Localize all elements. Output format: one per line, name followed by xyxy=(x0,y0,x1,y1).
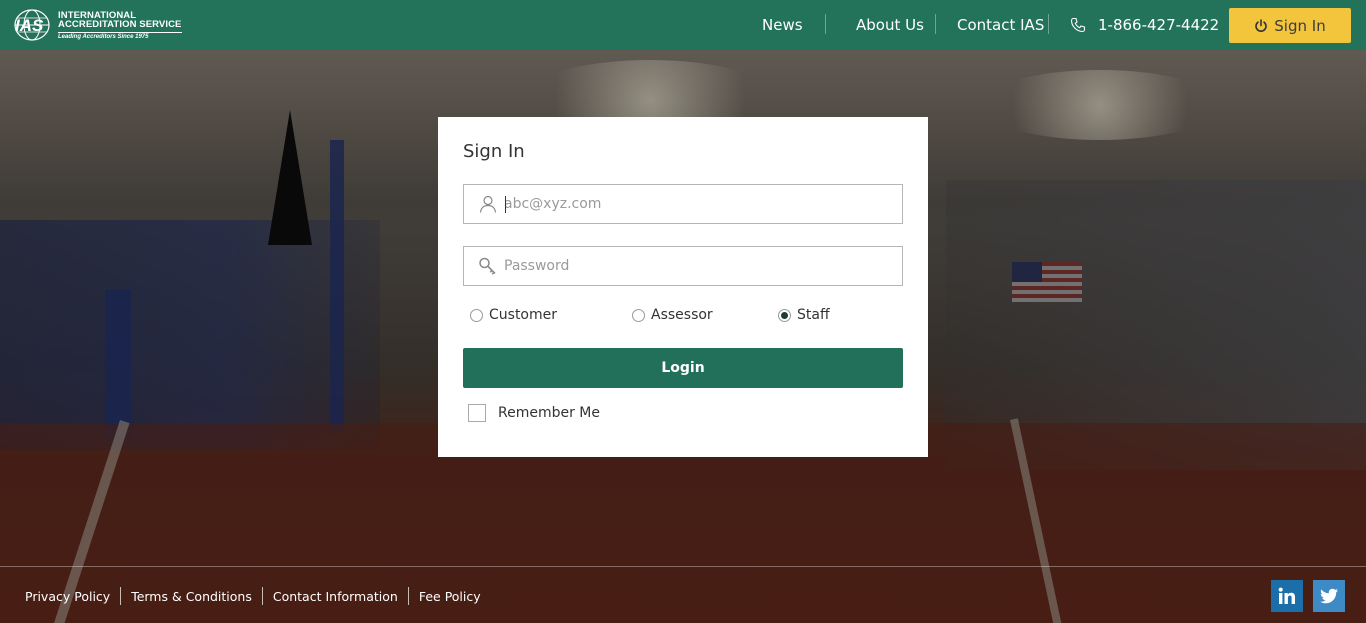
logo-line-2: ACCREDITATION SERVICE xyxy=(58,19,182,30)
nav-news[interactable]: News xyxy=(762,16,803,34)
twitter-icon xyxy=(1320,588,1338,604)
role-radio-assessor[interactable]: Assessor xyxy=(632,307,713,323)
power-icon xyxy=(1255,18,1268,32)
phone-number-link[interactable]: 1-866-427-4422 xyxy=(1070,16,1219,34)
email-field[interactable] xyxy=(463,184,903,224)
role-radio-staff[interactable]: Staff xyxy=(778,307,830,323)
svg-text:IAS: IAS xyxy=(15,16,44,35)
logo-tagline: Leading Accreditors Since 1975 xyxy=(58,31,182,40)
role-label: Staff xyxy=(797,307,830,323)
checkbox[interactable] xyxy=(468,404,486,422)
key-icon xyxy=(479,257,496,275)
linkedin-button[interactable] xyxy=(1271,580,1303,612)
role-radio-customer[interactable]: Customer xyxy=(470,307,557,323)
footer-link-contact-information[interactable]: Contact Information xyxy=(273,589,398,604)
linkedin-icon xyxy=(1278,587,1295,604)
footer-links: Privacy Policy Terms & Conditions Contac… xyxy=(25,587,481,605)
radio-button[interactable] xyxy=(470,308,483,322)
login-button[interactable]: Login xyxy=(463,348,903,388)
footer-separator xyxy=(261,587,263,605)
password-field[interactable] xyxy=(463,246,903,286)
ias-logo[interactable]: IAS INTERNATIONAL ACCREDITATION SERVICE … xyxy=(12,9,182,41)
role-label: Assessor xyxy=(651,307,713,323)
header-sign-in-label: Sign In xyxy=(1274,16,1326,35)
footer-link-privacy-policy[interactable]: Privacy Policy xyxy=(25,589,110,604)
header-sign-in-button[interactable]: Sign In xyxy=(1229,8,1351,43)
twitter-button[interactable] xyxy=(1313,580,1345,612)
radio-button-selected[interactable] xyxy=(778,308,791,322)
phone-icon xyxy=(1070,17,1086,33)
user-icon xyxy=(479,195,497,213)
ias-globe-logo-icon: IAS xyxy=(12,9,54,41)
sign-in-card: Sign In Customer Assessor Staff xyxy=(438,117,928,457)
email-input[interactable] xyxy=(504,196,884,212)
remember-me-label: Remember Me xyxy=(498,405,600,421)
footer-divider xyxy=(0,566,1366,567)
sign-in-title: Sign In xyxy=(463,141,525,162)
top-navigation-bar: IAS INTERNATIONAL ACCREDITATION SERVICE … xyxy=(0,0,1366,50)
nav-divider xyxy=(935,14,936,34)
remember-me-checkbox[interactable]: Remember Me xyxy=(468,404,600,422)
footer-link-terms-conditions[interactable]: Terms & Conditions xyxy=(131,589,252,604)
nav-divider xyxy=(825,14,826,34)
role-radio-group: Customer Assessor Staff xyxy=(470,307,900,329)
nav-divider xyxy=(1048,14,1049,34)
role-label: Customer xyxy=(489,307,558,323)
phone-number-text: 1-866-427-4422 xyxy=(1098,16,1220,34)
password-input[interactable] xyxy=(504,258,884,274)
logo-wordmark: INTERNATIONAL ACCREDITATION SERVICE Lead… xyxy=(58,10,182,40)
text-cursor xyxy=(505,196,506,213)
footer-separator xyxy=(407,587,409,605)
footer-link-fee-policy[interactable]: Fee Policy xyxy=(419,589,481,604)
radio-button[interactable] xyxy=(632,308,645,322)
nav-contact-ias[interactable]: Contact IAS xyxy=(957,16,1044,34)
footer-separator xyxy=(120,587,122,605)
nav-about-us[interactable]: About Us xyxy=(856,16,924,34)
